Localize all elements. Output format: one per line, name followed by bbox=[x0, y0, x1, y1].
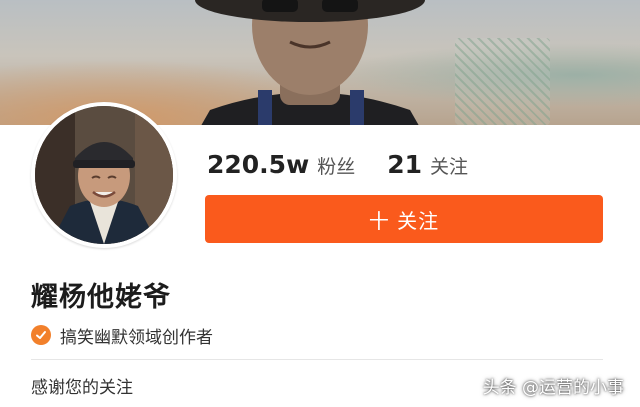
profile-bio: 感谢您的关注 bbox=[31, 378, 133, 398]
profile-name: 耀杨他姥爷 bbox=[31, 282, 171, 313]
cover-person-figure bbox=[195, 0, 425, 125]
creator-badge-text: 搞笑幽默领域创作者 bbox=[60, 327, 213, 348]
following-label[interactable]: 关注 bbox=[430, 152, 468, 179]
avatar[interactable] bbox=[31, 102, 177, 248]
divider bbox=[31, 359, 603, 360]
avatar-image bbox=[35, 106, 173, 244]
follow-button-label: 十 关注 bbox=[368, 208, 440, 233]
following-count[interactable]: 21 bbox=[387, 150, 422, 179]
followers-label[interactable]: 粉丝 bbox=[317, 152, 355, 179]
check-circle-icon bbox=[31, 325, 51, 345]
creator-badge[interactable]: 搞笑幽默领域创作者 bbox=[31, 322, 213, 348]
follow-button[interactable]: 十 关注 bbox=[205, 195, 603, 243]
watermark-text: 头条 @运营的小事 bbox=[482, 377, 624, 398]
followers-count[interactable]: 220.5w bbox=[207, 150, 309, 179]
profile-stats: 220.5w 粉丝 21 关注 bbox=[207, 150, 468, 186]
watermark: 头条 @运营的小事 bbox=[483, 370, 624, 400]
